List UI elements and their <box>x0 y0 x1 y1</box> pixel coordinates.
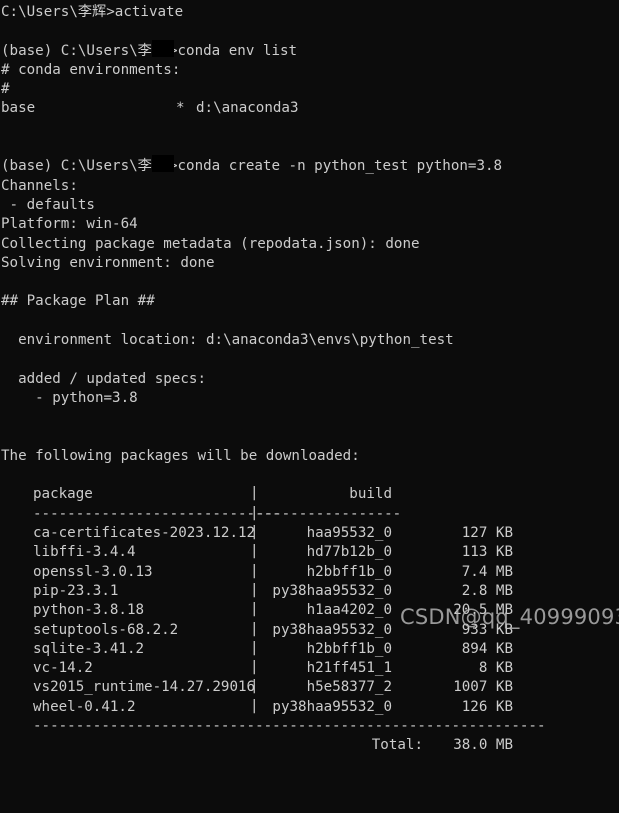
package-plan-title: ## Package Plan ## <box>1 293 155 310</box>
package-table-body: ca-certificates-2023.12.12 | haa95532_0 127… <box>0 524 619 717</box>
conda-environments-hash: # <box>1 81 10 98</box>
package-size-cell: 894 KB <box>461 640 513 657</box>
package-size-cell: 2.8 MB <box>461 582 513 599</box>
env-name: base <box>1 100 36 117</box>
username-redaction-box <box>151 39 174 61</box>
total-separator-rule: ----------------------------------------… <box>33 717 546 734</box>
download-notice-line: The following packages will be downloade… <box>1 447 360 464</box>
total-value: 38.0 MB <box>453 737 513 754</box>
package-size-cell: 126 KB <box>461 698 513 715</box>
table-row: setuptools-68.2.2 | py38haa95532_0 933 KB <box>0 621 619 640</box>
prompt-command: >conda env list <box>168 42 298 59</box>
added-updated-specs-label: added / updated specs: <box>1 370 206 387</box>
package-size-cell: 1007 KB <box>453 679 513 696</box>
package-table-separator: ----------------------------- | --------… <box>0 505 619 524</box>
table-row: wheel-0.41.2 | py38haa95532_0 126 KB <box>0 698 619 717</box>
env-active-marker: * <box>176 100 185 117</box>
channels-defaults: - defaults <box>1 196 95 213</box>
table-row: pip-23.3.1 | py38haa95532_0 2.8 MB <box>0 582 619 601</box>
package-table-header: package | build <box>0 485 619 504</box>
separator-left: ----------------------------- <box>33 505 281 522</box>
env-row-base: base * d:\anaconda3 <box>0 99 619 118</box>
table-row: libffi-3.4.4 | hd77b12b_0 113 KB <box>0 543 619 562</box>
package-size-cell: 8 KB <box>478 660 513 677</box>
column-header-build: build <box>349 486 392 503</box>
prompt-line-activate: C:\Users\李辉>activate <box>1 4 184 20</box>
package-total-row: Total: 38.0 MB <box>0 736 619 755</box>
added-updated-specs-item: - python=3.8 <box>1 389 138 406</box>
platform-line: Platform: win-64 <box>1 216 138 233</box>
table-row: openssl-3.0.13 | h2bbff1b_0 7.4 MB <box>0 563 619 582</box>
prompt-line-conda-env-list: (base) C:\Users\李 >conda env list <box>0 39 619 61</box>
prompt-prefix: (base) C:\Users\李 <box>1 42 152 59</box>
package-total-separator: ----------------------------------------… <box>0 717 619 736</box>
table-row: vc-14.2 | h21ff451_1 8 KB <box>0 659 619 678</box>
package-size-cell: 933 KB <box>461 621 513 638</box>
env-path: d:\anaconda3 <box>196 100 299 117</box>
prompt-line-conda-create: (base) C:\Users\李 >conda create -n pytho… <box>0 155 619 176</box>
package-size-cell: 113 KB <box>461 544 513 561</box>
separator-right: ----------------- <box>256 505 402 522</box>
table-row: ca-certificates-2023.12.12 | haa95532_0 127… <box>0 524 619 543</box>
table-row: sqlite-3.41.2 | h2bbff1b_0 894 KB <box>0 640 619 659</box>
terminal-window[interactable]: C:\Users\李辉>activate (base) C:\Users\李 >… <box>0 0 619 753</box>
solving-environment-line: Solving environment: done <box>1 254 215 271</box>
conda-environments-header: # conda environments: <box>1 61 181 78</box>
table-row: python-3.8.18 | h1aa4202_0 20.5 MB <box>0 601 619 620</box>
package-size-cell: 7.4 MB <box>461 563 513 580</box>
channels-label: Channels: <box>1 177 78 194</box>
prompt-prefix: (base) C:\Users\李 <box>1 158 152 175</box>
package-size-cell: 20.5 MB <box>453 602 513 619</box>
prompt-command: >conda create -n python_test python=3.8 <box>168 158 503 175</box>
environment-location-line: environment location: d:\anaconda3\envs\… <box>1 332 454 349</box>
collecting-metadata-line: Collecting package metadata (repodata.js… <box>1 235 420 252</box>
table-row: vs2015_runtime-14.27.29016 | h5e58377_2 100… <box>0 678 619 697</box>
package-size-cell: 127 KB <box>461 525 513 542</box>
username-redaction-box <box>151 155 174 176</box>
